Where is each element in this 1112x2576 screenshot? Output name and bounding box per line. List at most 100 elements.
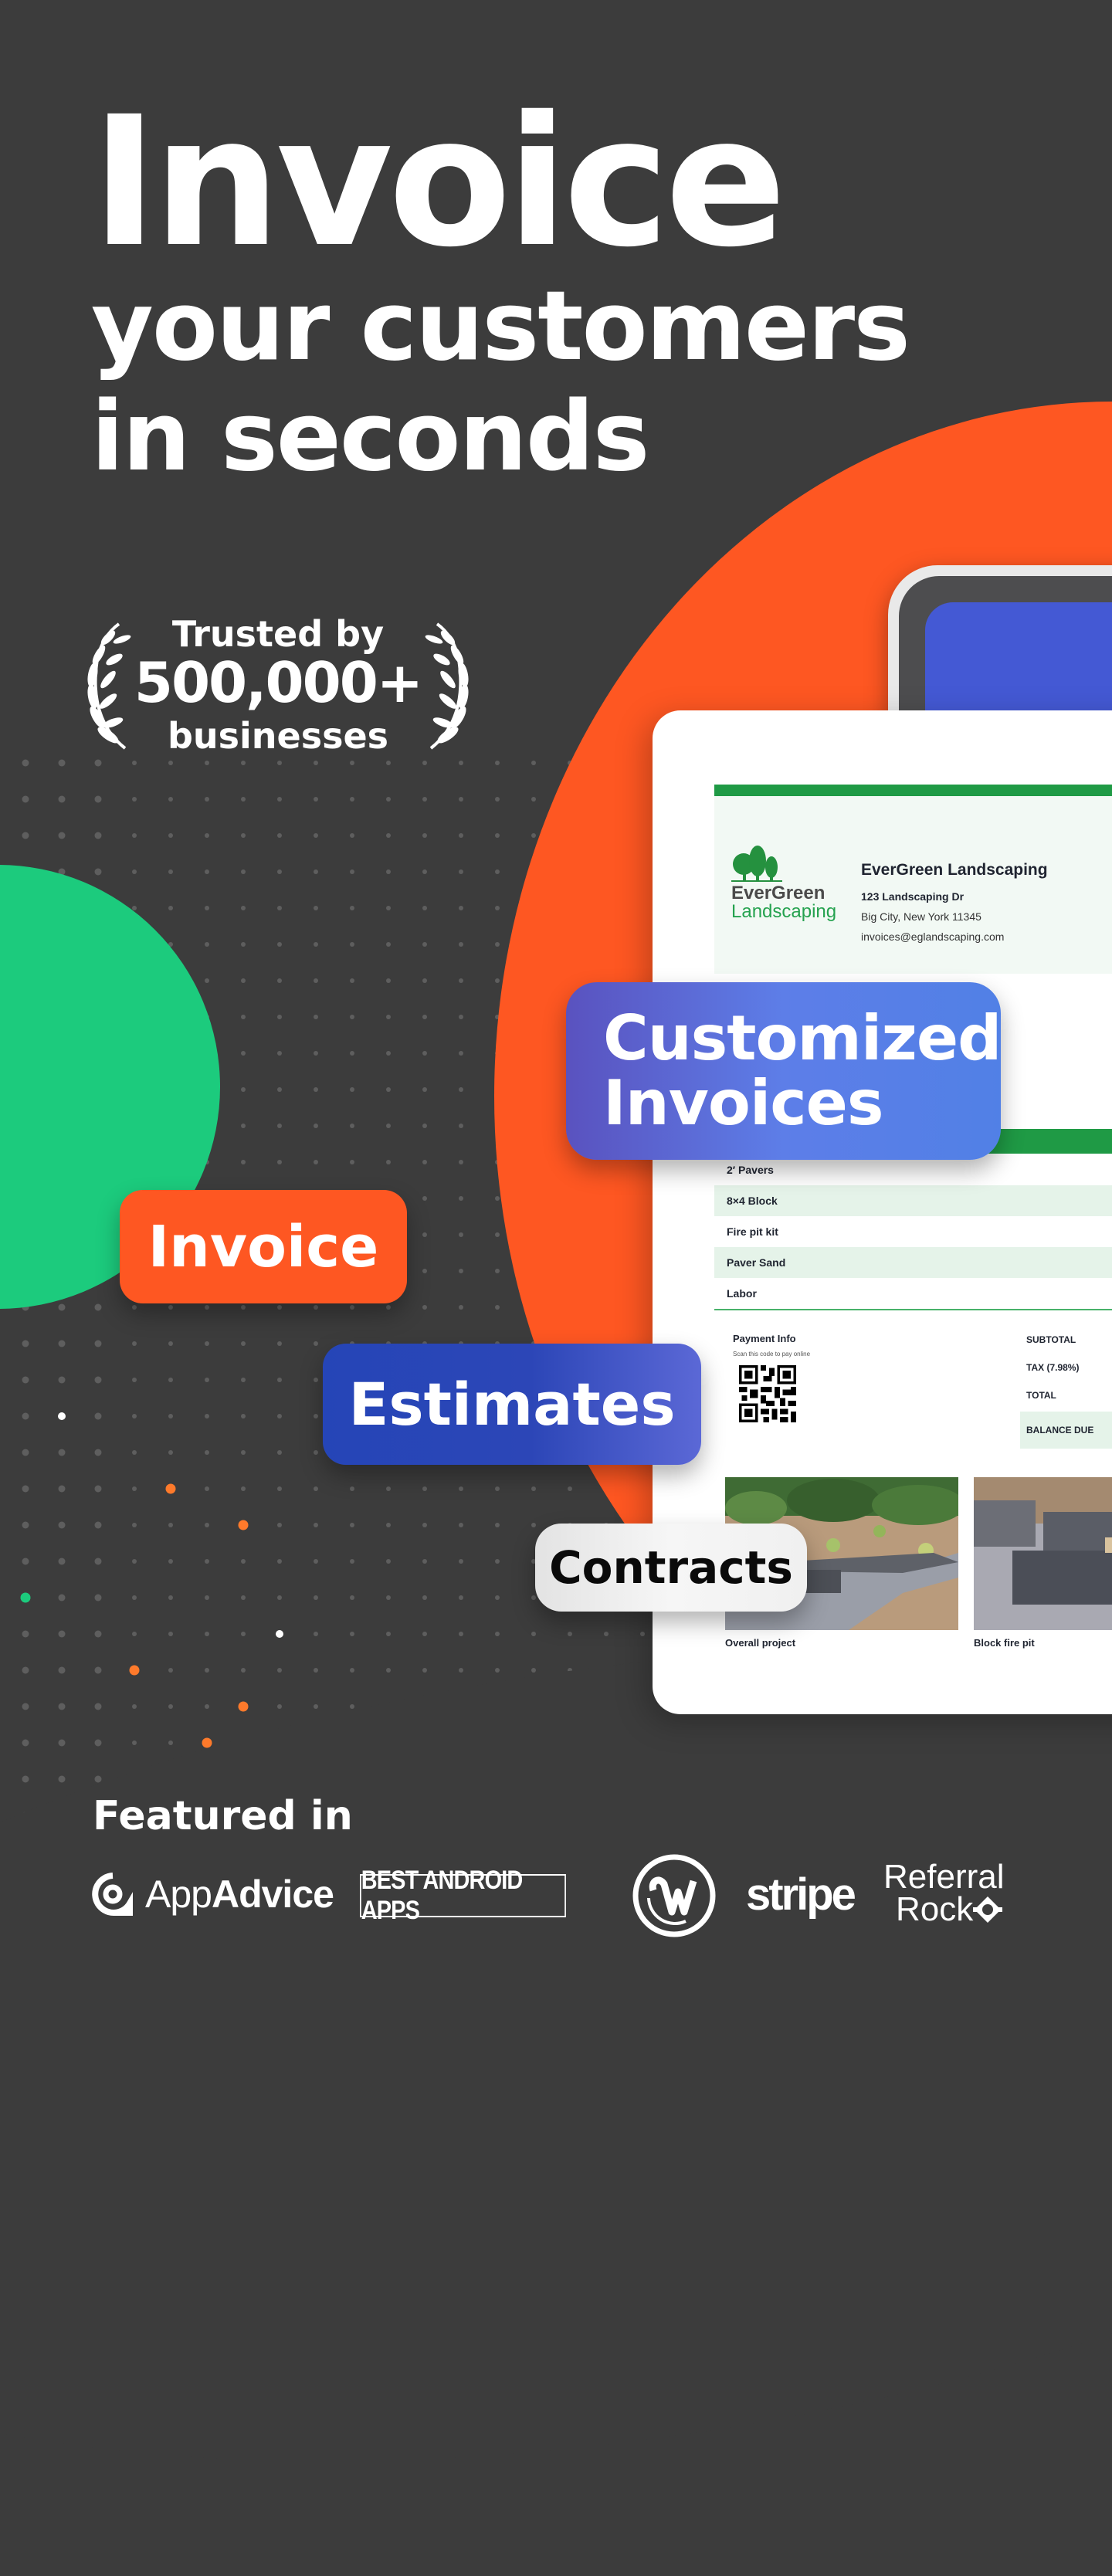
background-dot [277, 1341, 282, 1346]
background-dot [241, 1015, 246, 1019]
background-dot [238, 1520, 249, 1530]
background-dot [422, 942, 427, 947]
background-dot [94, 1557, 102, 1565]
background-dot [422, 1305, 427, 1310]
background-dot [168, 1595, 173, 1600]
line-item-row: Labor [727, 1287, 757, 1300]
background-dot [168, 1305, 173, 1310]
background-dot [168, 869, 173, 874]
referral-rock-word1: Referral [883, 1858, 1005, 1896]
background-dot [604, 1632, 609, 1636]
background-dot [58, 1412, 66, 1420]
background-dot [132, 1378, 137, 1382]
background-dot [350, 1305, 354, 1310]
background-dot [277, 978, 282, 983]
background-dot [58, 832, 66, 839]
background-dot [168, 1632, 173, 1636]
background-dot [459, 942, 463, 947]
background-dot [205, 942, 209, 947]
invoice-accent-bar [714, 785, 1112, 796]
background-dot [277, 1486, 282, 1491]
background-dot [205, 1595, 209, 1600]
invoice-header: EverGreen Landscaping EverGreen Landscap… [714, 796, 1112, 974]
background-dot [22, 832, 29, 839]
background-dot [495, 797, 500, 802]
company-logo: EverGreen Landscaping [731, 846, 839, 921]
background-dot [132, 1450, 137, 1455]
estimates-pill[interactable]: Estimates [323, 1344, 701, 1465]
project-photo [974, 1477, 1112, 1630]
background-dot [132, 1341, 137, 1346]
background-dot [495, 1486, 500, 1491]
trees-icon [731, 846, 782, 882]
background-dot [495, 1196, 500, 1201]
background-dot [241, 1341, 246, 1346]
background-dot [58, 1703, 66, 1710]
background-dot [459, 833, 463, 838]
background-dot [314, 1305, 318, 1310]
background-dot [495, 1305, 500, 1310]
background-dot [241, 1595, 246, 1600]
background-dot [277, 942, 282, 947]
background-dot [495, 942, 500, 947]
line-item-row: 8×4 Block [714, 1185, 1112, 1216]
background-dot [459, 1486, 463, 1491]
background-dot [314, 833, 318, 838]
contracts-pill[interactable]: Contracts [535, 1524, 807, 1612]
background-dot [94, 1449, 102, 1456]
background-dot [94, 795, 102, 803]
background-dot [22, 795, 29, 803]
background-dot [314, 797, 318, 802]
background-dot [350, 1632, 354, 1636]
background-dot [314, 1632, 318, 1636]
background-dot [495, 1232, 500, 1237]
background-dot [314, 1559, 318, 1564]
background-dot [314, 978, 318, 983]
background-dot [350, 1160, 354, 1164]
background-dot [459, 761, 463, 765]
background-dot [22, 1557, 29, 1565]
background-dot [132, 1632, 137, 1636]
background-dot [568, 1486, 572, 1491]
background-dot [22, 1340, 29, 1347]
background-dot [314, 1668, 318, 1673]
gear-icon [973, 1896, 1003, 1923]
qr-code-icon[interactable] [739, 1365, 796, 1422]
background-dot [531, 1486, 536, 1491]
background-dot [350, 797, 354, 802]
background-dot [531, 1523, 536, 1527]
background-dot [277, 1378, 282, 1382]
background-dot [495, 1632, 500, 1636]
background-dot [94, 1376, 102, 1384]
line-item-row: Fire pit kit [727, 1225, 778, 1238]
background-dot [22, 1703, 29, 1710]
background-dot [314, 1124, 318, 1128]
background-dot [386, 1305, 391, 1310]
background-dot [350, 761, 354, 765]
background-dot [94, 1703, 102, 1710]
background-dot [386, 1559, 391, 1564]
photo-caption: Overall project [725, 1637, 796, 1649]
background-dot [386, 1015, 391, 1019]
total-label: TOTAL [1026, 1390, 1056, 1401]
background-dot [241, 1632, 246, 1636]
invoice-pill[interactable]: Invoice [120, 1190, 407, 1303]
background-dot [459, 869, 463, 874]
background-dot [241, 869, 246, 874]
background-dot [459, 1232, 463, 1237]
customized-invoices-pill[interactable]: Customized Invoices [566, 982, 1002, 1160]
background-dot [132, 1704, 137, 1709]
background-dot [422, 978, 427, 983]
background-dot [422, 797, 427, 802]
background-dot [168, 797, 173, 802]
background-dot [422, 1632, 427, 1636]
background-dot [22, 1412, 29, 1420]
background-dot [168, 1740, 173, 1745]
background-dot [350, 1523, 354, 1527]
background-dot [386, 1124, 391, 1128]
background-dot [314, 1087, 318, 1092]
background-dot [94, 1303, 102, 1311]
payment-info: Payment Info Scan this code to pay onlin… [733, 1333, 810, 1426]
background-dot [205, 1668, 209, 1673]
background-dot [422, 761, 427, 765]
